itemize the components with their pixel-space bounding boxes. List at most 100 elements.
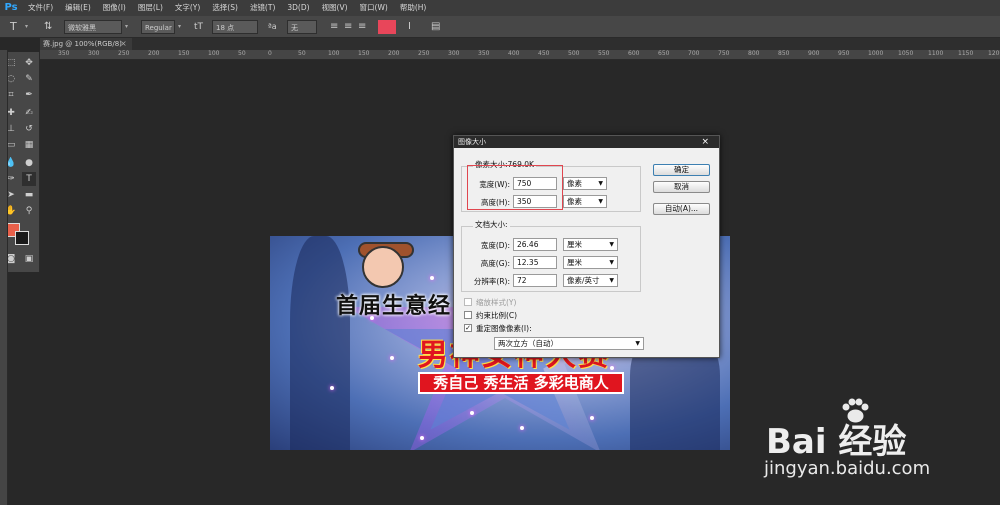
constrain-proportions-checkbox[interactable] [464,311,472,319]
antialias-select[interactable]: 无 [287,20,317,34]
resolution-unit-select[interactable]: 像素/英寸 ▼ [563,274,618,287]
menu-select[interactable]: 选择(S) [206,0,244,16]
ruler-tick-label: 350 [58,50,70,57]
ruler-tick-label: 150 [178,50,190,57]
document-tab-bar: 赛.jpg @ 100%(RGB/8) × [40,38,1000,50]
constrain-proportions-label: 约束比例(C) [476,311,518,320]
ruler-tick-label: 50 [238,50,246,57]
zoom-tool-icon[interactable]: ⚲ [22,204,36,218]
menu-view[interactable]: 视图(V) [316,0,354,16]
font-style-chevron-icon[interactable]: ▾ [178,20,181,34]
move-tool-icon[interactable]: ✥ [22,56,36,70]
watermark-url: jingyan.baidu.com [764,458,931,479]
scale-styles-label: 缩放样式(Y) [476,298,517,307]
menu-type[interactable]: 文字(Y) [169,0,206,16]
document-tab[interactable]: 赛.jpg @ 100%(RGB/8) × [40,38,132,50]
ruler-tick-label: 550 [598,50,610,57]
width-height-highlight-box [467,165,563,210]
align-center-icon[interactable]: ≡ [344,20,352,34]
background-color-swatch[interactable] [15,231,29,245]
font-family-chevron-icon[interactable]: ▾ [125,20,128,34]
man-silhouette [290,236,350,450]
dodge-tool-icon[interactable]: ● [22,156,36,170]
resample-checkbox[interactable]: ✓ [464,324,472,332]
menu-image[interactable]: 图像(I) [97,0,132,16]
baidu-jingyan-watermark: Bai 经验 jingyan.baidu.com [760,398,990,498]
type-tool-icon[interactable]: T [10,20,17,34]
options-bar: T ▾ ⇅ 微软雅黑 ▾ Regular ▾ tT 18 点 ªa 无 ≡ ≡ … [0,16,1000,38]
ruler-tick-label: 1050 [898,50,914,57]
ruler-tick-label: 450 [538,50,550,57]
ruler-tick-label: 300 [88,50,100,57]
width-unit-value: 像素 [567,179,582,188]
ruler-tick-label: 800 [748,50,760,57]
screen-mode-icon[interactable]: ▣ [22,252,36,266]
height-unit-select[interactable]: 像素 ▼ [563,195,607,208]
ruler-tick-label: 150 [358,50,370,57]
doc-height-unit-value: 厘米 [567,258,582,267]
ruler-tick-label: 350 [478,50,490,57]
ruler-tick-label: 650 [658,50,670,57]
resample-method-select[interactable]: 两次立方（自动） ▼ [494,337,644,350]
ruler-tick-label: 1150 [958,50,974,57]
quick-select-tool-icon[interactable]: ✎ [22,72,36,86]
tool-preset-chevron-icon[interactable]: ▾ [25,20,28,34]
chevron-down-icon: ▼ [598,198,603,205]
chevron-down-icon: ▼ [598,180,603,187]
align-left-icon[interactable]: ≡ [330,20,338,34]
doc-height-field[interactable]: 12.35 [513,256,557,269]
auto-button[interactable]: 自动(A)... [653,203,710,215]
menu-filter[interactable]: 滤镜(T) [244,0,281,16]
ruler-tick-label: 850 [778,50,790,57]
close-icon[interactable]: × [701,136,709,148]
banner-title: 首届生意经 [336,294,452,319]
eyedropper-tool-icon[interactable]: ✒ [22,88,36,102]
font-family-select[interactable]: 微软雅黑 [64,20,122,34]
ruler-tick-label: 400 [508,50,520,57]
warp-text-icon[interactable]: Ⅰ [408,20,411,34]
shape-tool-icon[interactable]: ▬ [22,188,36,202]
text-color-swatch[interactable] [378,20,396,34]
ok-button[interactable]: 确定 [653,164,710,176]
menu-file[interactable]: 文件(F) [22,0,59,16]
gradient-tool-icon[interactable]: ▦ [22,138,36,152]
menu-window[interactable]: 窗口(W) [354,0,394,16]
menu-3d[interactable]: 3D(D) [281,0,315,16]
resample-label: 重定图像像素(I): [476,324,532,333]
brush-tool-icon[interactable]: ✍ [22,106,36,120]
scale-styles-checkbox[interactable] [464,298,472,306]
stage-light-dot [470,411,474,415]
resolution-field[interactable]: 72 [513,274,557,287]
vertical-ruler [0,50,8,505]
ruler-tick-label: 100 [328,50,340,57]
dialog-title: 图像大小 [458,138,486,146]
close-tab-icon[interactable]: × [120,38,127,50]
photoshop-logo: Ps [4,2,18,13]
stage-light-dot [370,316,374,320]
ruler-tick-label: 700 [688,50,700,57]
character-panel-icon[interactable]: ▤ [431,20,440,34]
type-tool-icon[interactable]: T [22,172,36,186]
dialog-titlebar[interactable]: 图像大小 × [454,136,719,148]
menu-help[interactable]: 帮助(H) [394,0,433,16]
menu-layer[interactable]: 图层(L) [132,0,169,16]
watermark-brand: Bai 经验 [766,422,907,462]
history-brush-tool-icon[interactable]: ↺ [22,122,36,136]
doc-height-unit-select[interactable]: 厘米 ▼ [563,256,618,269]
stage-light-dot [430,276,434,280]
stage-light-dot [390,356,394,360]
doc-width-field[interactable]: 26.46 [513,238,557,251]
text-orientation-icon[interactable]: ⇅ [44,20,52,34]
ruler-tick-label: 100 [208,50,220,57]
document-tab-title: 赛.jpg @ 100%(RGB/8) [43,40,122,48]
font-size-field[interactable]: 18 点 [212,20,258,34]
width-unit-select[interactable]: 像素 ▼ [563,177,607,190]
chevron-down-icon: ▼ [609,241,614,248]
align-right-icon[interactable]: ≡ [358,20,366,34]
menu-edit[interactable]: 编辑(E) [59,0,97,16]
stage-light-dot [330,386,334,390]
font-style-select[interactable]: Regular [141,20,175,34]
chevron-down-icon: ▼ [609,277,614,284]
cancel-button[interactable]: 取消 [653,181,710,193]
doc-width-unit-select[interactable]: 厘米 ▼ [563,238,618,251]
